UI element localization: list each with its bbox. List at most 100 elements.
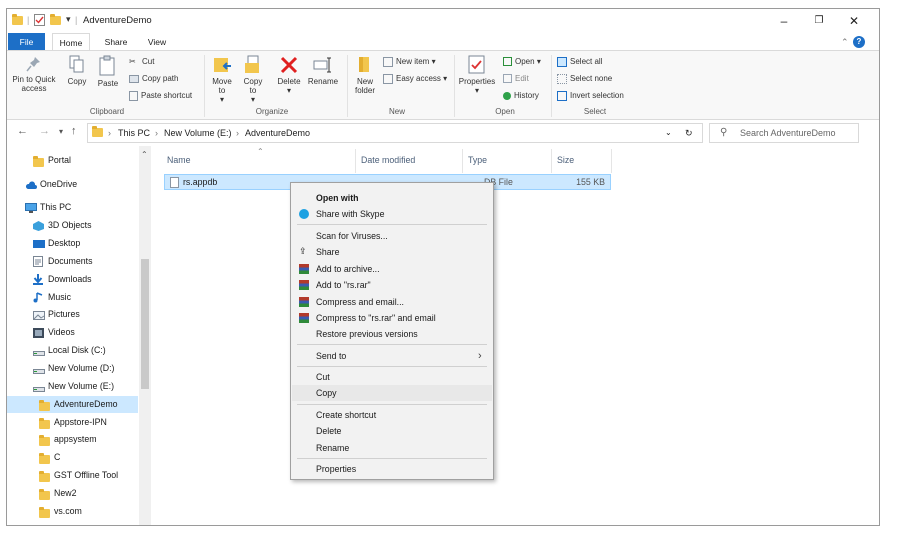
forward-arrow-icon[interactable]: → <box>39 125 50 137</box>
menu-item-scan-for-viruses[interactable]: Scan for Viruses... <box>292 228 492 244</box>
sidebar-item-portal[interactable]: Portal <box>7 152 138 169</box>
tab-share[interactable]: Share <box>101 33 131 51</box>
menu-item-send-to[interactable]: Send to › <box>292 348 492 364</box>
cube-icon <box>33 220 44 231</box>
maximize-button[interactable]: ❐ <box>802 11 836 31</box>
sidebar-item-desktop[interactable]: Desktop <box>7 235 138 252</box>
back-arrow-icon[interactable]: ← <box>17 125 28 137</box>
nav-scrollbar-thumb[interactable] <box>141 259 149 389</box>
edit-label: Edit <box>515 74 529 83</box>
sidebar-item-label: Videos <box>48 327 75 337</box>
folder-icon <box>92 126 103 139</box>
breadcrumb-adventuredemo[interactable]: AdventureDemo <box>245 128 310 138</box>
column-size[interactable]: Size <box>557 155 574 165</box>
paste-button[interactable]: Paste <box>95 55 121 88</box>
qa-dropdown-icon[interactable]: ▾ <box>66 14 71 28</box>
sidebar-item-pictures[interactable]: Pictures <box>7 306 138 323</box>
sidebar-item-vs-com[interactable]: vs.com <box>7 503 138 520</box>
menu-item-label: Share with Skype <box>316 209 385 219</box>
sidebar-item-videos[interactable]: Videos <box>7 324 138 341</box>
sidebar-item-new2[interactable]: New2 <box>7 485 138 502</box>
tab-view[interactable]: View <box>143 33 171 51</box>
menu-item-copy[interactable]: Copy <box>292 385 492 401</box>
address-dropdown-icon[interactable]: ⌄ <box>665 128 672 137</box>
chevron-down-icon: ▾ <box>431 57 436 67</box>
close-button[interactable]: ✕ <box>837 11 871 31</box>
invert-selection-button[interactable]: Invert selection <box>557 91 624 101</box>
column-name[interactable]: Name <box>167 155 190 165</box>
sidebar-item-local-disk-c[interactable]: Local Disk (C:) <box>7 342 138 359</box>
new-item-button[interactable]: New item ▾ <box>383 57 436 67</box>
window-title: AdventureDemo <box>83 15 152 26</box>
copy-to-button[interactable]: Copy to ▾ <box>240 55 266 104</box>
sidebar-item-music[interactable]: Music <box>7 289 138 306</box>
column-type[interactable]: Type <box>468 155 487 165</box>
delete-button[interactable]: Delete ▾ <box>275 55 303 95</box>
scroll-up-icon[interactable]: ⌃ <box>141 150 148 159</box>
chevron-down-icon: ▾ <box>219 95 224 104</box>
new-folder-qa-icon[interactable] <box>50 14 61 28</box>
copy-path-button[interactable]: Copy path <box>129 74 178 84</box>
menu-item-restore-previous-versions[interactable]: Restore previous versions <box>292 326 492 342</box>
copy-button[interactable]: Copy <box>65 55 89 86</box>
up-arrow-icon[interactable]: ↑ <box>71 125 77 137</box>
sidebar-item-onedrive[interactable]: OneDrive <box>7 176 138 193</box>
menu-item-compress-to-rs-rar-and-email[interactable]: Compress to "rs.rar" and email <box>292 310 492 326</box>
sidebar-item-new-volume-d[interactable]: New Volume (D:) <box>7 360 138 377</box>
sidebar-item-appsystem[interactable]: appsystem <box>7 431 138 448</box>
sidebar-item-gst-offline-tool[interactable]: GST Offline Tool <box>7 467 138 484</box>
edit-button[interactable]: Edit <box>503 74 529 84</box>
menu-item-open-with[interactable]: Open with <box>292 190 492 206</box>
cut-button[interactable]: ✂ Cut <box>129 57 154 67</box>
collapse-ribbon-icon[interactable]: ⌃ <box>841 37 849 48</box>
paste-shortcut-button[interactable]: Paste shortcut <box>129 91 192 101</box>
menu-item-delete[interactable]: Delete <box>292 423 492 439</box>
properties-button[interactable]: Properties ▾ <box>457 55 497 95</box>
menu-item-rename[interactable]: Rename <box>292 440 492 456</box>
rename-button[interactable]: Rename <box>307 55 339 86</box>
select-all-button[interactable]: Select all <box>557 57 602 67</box>
sidebar-item-this-pc[interactable]: This PC <box>7 199 138 216</box>
sidebar-item-c[interactable]: C <box>7 449 138 466</box>
menu-separator <box>297 224 487 225</box>
sidebar-item-downloads[interactable]: Downloads <box>7 271 138 288</box>
divider <box>551 149 552 173</box>
menu-item-create-shortcut[interactable]: Create shortcut <box>292 407 492 423</box>
breadcrumb-this-pc[interactable]: This PC <box>118 128 150 138</box>
new-folder-label: New folder <box>354 77 375 95</box>
recent-locations-icon[interactable]: ▾ <box>59 127 63 136</box>
search-box[interactable]: ⚲ Search AdventureDemo <box>709 123 859 143</box>
menu-item-cut[interactable]: Cut <box>292 369 492 385</box>
open-button[interactable]: Open ▾ <box>503 57 541 67</box>
history-button[interactable]: History <box>503 91 539 101</box>
address-bar[interactable]: › This PC › New Volume (E:) › AdventureD… <box>87 123 703 143</box>
tab-home[interactable]: Home <box>52 33 90 51</box>
minimize-button[interactable]: – <box>767 11 801 31</box>
new-folder-button[interactable]: New folder <box>351 55 379 95</box>
menu-item-compress-and-email[interactable]: Compress and email... <box>292 294 492 310</box>
properties-qa-icon[interactable] <box>34 14 45 28</box>
refresh-icon[interactable]: ↻ <box>685 128 693 139</box>
menu-item-share[interactable]: ⇪ Share <box>292 244 492 260</box>
breadcrumb-volume-e[interactable]: New Volume (E:) <box>164 128 232 138</box>
menu-item-add-to-archive[interactable]: Add to archive... <box>292 261 492 277</box>
sidebar-item-adventuredemo[interactable]: AdventureDemo <box>7 396 138 413</box>
menu-item-add-to-rs-rar[interactable]: Add to "rs.rar" <box>292 277 492 293</box>
menu-item-properties[interactable]: Properties <box>292 461 492 477</box>
desktop-icon <box>33 238 45 248</box>
menu-item-label: Create shortcut <box>316 410 377 420</box>
select-none-button[interactable]: Select none <box>557 74 612 84</box>
pin-quick-access-button[interactable]: Pin to Quick access <box>11 55 57 93</box>
sidebar-item-documents[interactable]: Documents <box>7 253 138 270</box>
help-icon[interactable]: ? <box>853 36 865 48</box>
move-to-button[interactable]: Move to ▾ <box>209 55 235 104</box>
move-to-icon <box>214 58 231 72</box>
menu-item-share-with-skype[interactable]: Share with Skype <box>292 206 492 222</box>
easy-access-button[interactable]: Easy access ▾ <box>383 74 447 84</box>
sidebar-item-3d-objects[interactable]: 3D Objects <box>7 217 138 234</box>
sidebar-item-new-volume-e[interactable]: New Volume (E:) <box>7 378 138 395</box>
sidebar-item-appstore-ipn[interactable]: Appstore-IPN <box>7 414 138 431</box>
tab-file[interactable]: File <box>8 33 45 51</box>
column-date-modified[interactable]: Date modified <box>361 155 415 165</box>
divider <box>551 55 552 117</box>
